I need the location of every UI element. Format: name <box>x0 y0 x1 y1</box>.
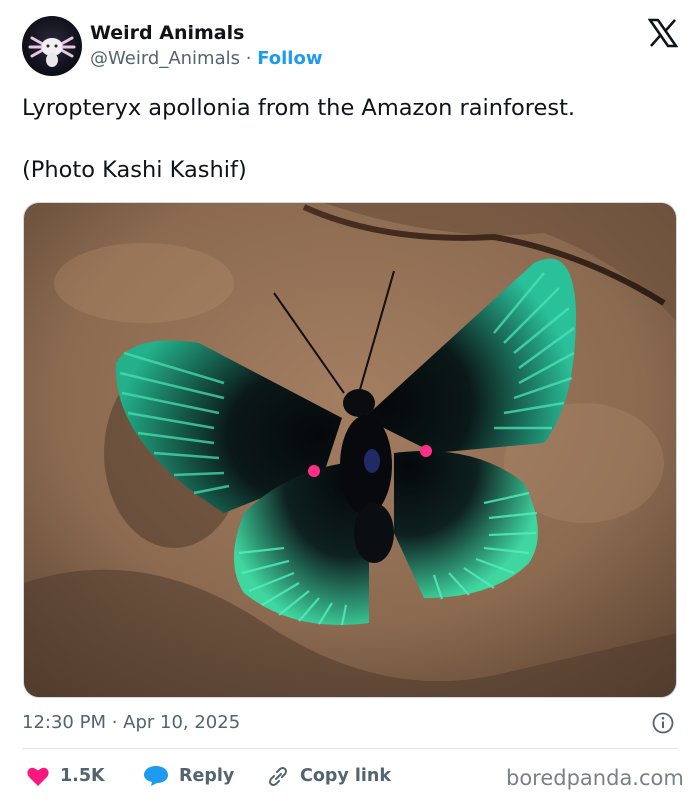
watermark-text: boredpanda.com <box>506 766 684 790</box>
tweet-text-line: (Photo Kashi Kashif) <box>22 157 247 183</box>
copy-link-label: Copy link <box>300 766 391 786</box>
tweet-text: Lyropteryx apollonia from the Amazon rai… <box>22 93 682 186</box>
link-icon <box>269 767 287 786</box>
like-button[interactable]: 1.5K <box>26 765 105 787</box>
tweet-photo[interactable] <box>23 202 677 698</box>
reply-label: Reply <box>179 766 235 786</box>
x-logo-icon[interactable] <box>648 18 678 48</box>
like-count: 1.5K <box>60 766 105 786</box>
author-display-name[interactable]: Weird Animals <box>90 22 244 44</box>
author-handle-row: @Weird_Animals · Follow <box>90 48 322 69</box>
info-icon[interactable] <box>652 712 674 734</box>
copy-link-button[interactable]: Copy link <box>266 765 391 787</box>
butterfly-photo <box>24 203 676 697</box>
axolotl-avatar-image <box>28 36 76 67</box>
speech-bubble-icon <box>144 766 168 786</box>
separator: · <box>245 48 252 69</box>
tweet-timestamp[interactable]: 12:30 PM · Apr 10, 2025 <box>22 712 240 733</box>
avatar[interactable] <box>22 16 82 76</box>
reply-button[interactable]: Reply <box>143 765 234 787</box>
follow-button[interactable]: Follow <box>257 48 322 69</box>
heart-icon <box>27 767 49 786</box>
tweet-text-line: Lyropteryx apollonia from the Amazon rai… <box>22 95 576 121</box>
author-handle[interactable]: @Weird_Animals <box>90 48 240 69</box>
divider <box>22 748 678 749</box>
